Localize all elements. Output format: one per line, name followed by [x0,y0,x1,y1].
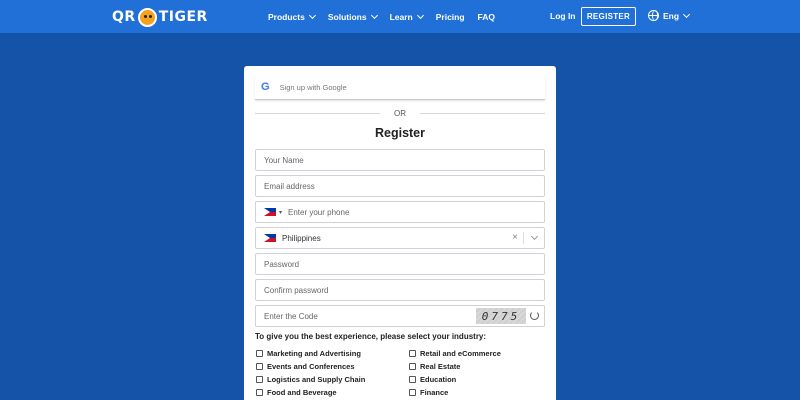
chevron-down-icon[interactable] [530,232,539,241]
checkbox[interactable] [409,389,416,396]
industry-label: Real Estate [420,362,461,371]
google-signup-button[interactable]: G Sign up with Google [255,75,545,100]
google-signup-label: Sign up with Google [279,82,347,92]
nav-solutions[interactable]: Solutions [327,11,378,22]
checkbox[interactable] [409,350,416,357]
industry-label: Marketing and Advertising [267,349,361,358]
refresh-icon[interactable] [530,311,539,320]
industry-label: Finance [420,388,449,397]
password-input[interactable]: Password [255,253,545,275]
nav-products[interactable]: Products [268,11,316,22]
industry-label: Retail and eCommerce [420,349,501,358]
industry-label: Food and Beverage [267,388,337,397]
phone-placeholder: Enter your phone [288,207,350,217]
industry-label: Events and Conferences [267,362,355,371]
chevron-down-icon [370,11,378,19]
nav-links: Products Solutions Learn Pricing FAQ [268,0,508,33]
language-selector[interactable]: Eng [648,10,691,21]
industry-option[interactable]: Retail and eCommerce [409,349,501,358]
chevron-down-icon [416,11,424,19]
top-navbar: QR TIGER Products Solutions Learn Pricin… [0,0,800,33]
confirm-password-input[interactable]: Confirm password [255,279,545,301]
industry-option[interactable]: Finance [409,388,448,397]
google-icon: G [261,81,270,93]
nav-products-label: Products [268,11,305,22]
nav-learn[interactable]: Learn [389,11,424,22]
industry-label: Logistics and Supply Chain [267,375,366,384]
nav-pricing[interactable]: Pricing [436,12,465,22]
nav-solutions-label: Solutions [327,11,367,22]
code-input[interactable]: Enter the Code 0775 [255,305,545,327]
login-link[interactable]: Log In [550,11,576,21]
logo-text-qr: QR [112,9,136,25]
or-text: OR [394,108,406,118]
nav-faq[interactable]: FAQ [478,12,495,22]
checkbox[interactable] [409,376,416,383]
language-label: Eng [663,10,680,21]
checkbox[interactable] [409,363,416,370]
checkbox[interactable] [256,350,263,357]
divider-line [420,112,545,114]
globe-icon [648,10,659,21]
or-divider: OR [255,107,545,119]
logo-text-tiger: TIGER [158,9,208,25]
country-value: Philippines [282,233,321,243]
qr-tiger-logo[interactable]: QR TIGER [112,7,208,27]
industry-prompt: To give you the best experience, please … [255,332,487,341]
industry-option[interactable]: Education [409,375,456,384]
clear-icon[interactable]: × [512,232,518,243]
country-select[interactable]: Philippines × [255,227,545,249]
chevron-down-icon [683,10,691,18]
divider-line [255,112,380,114]
industry-option[interactable]: Logistics and Supply Chain [256,375,365,384]
chevron-down-icon [308,11,316,19]
caret-down-icon[interactable]: ▾ [279,209,282,216]
checkbox[interactable] [256,389,263,396]
form-title: Register [374,126,426,140]
philippines-flag-icon[interactable] [264,208,276,216]
captcha-image: 0775 [476,308,526,324]
tiger-icon [137,7,157,27]
industry-option[interactable]: Marketing and Advertising [256,349,361,358]
industry-option[interactable]: Food and Beverage [256,388,337,397]
nav-pricing-label: Pricing [435,11,465,22]
code-placeholder: Enter the Code [264,311,318,321]
checkbox[interactable] [256,363,263,370]
select-divider [523,232,524,244]
email-placeholder: Email address [264,181,315,191]
phone-input[interactable]: ▾ Enter your phone [255,201,545,223]
industry-option[interactable]: Real Estate [409,362,460,371]
nav-learn-label: Learn [389,11,413,22]
confirm-password-placeholder: Confirm password [264,285,329,295]
industry-option[interactable]: Events and Conferences [256,362,355,371]
name-placeholder: Your Name [264,155,304,165]
name-input[interactable]: Your Name [255,149,545,171]
email-input[interactable]: Email address [255,175,545,197]
password-placeholder: Password [264,259,300,269]
philippines-flag-icon [264,234,276,242]
checkbox[interactable] [256,376,263,383]
nav-faq-label: FAQ [477,11,496,22]
register-button[interactable]: REGISTER [581,7,636,26]
industry-label: Education [420,375,457,384]
register-card: G Sign up with Google OR Register Your N… [244,66,556,400]
